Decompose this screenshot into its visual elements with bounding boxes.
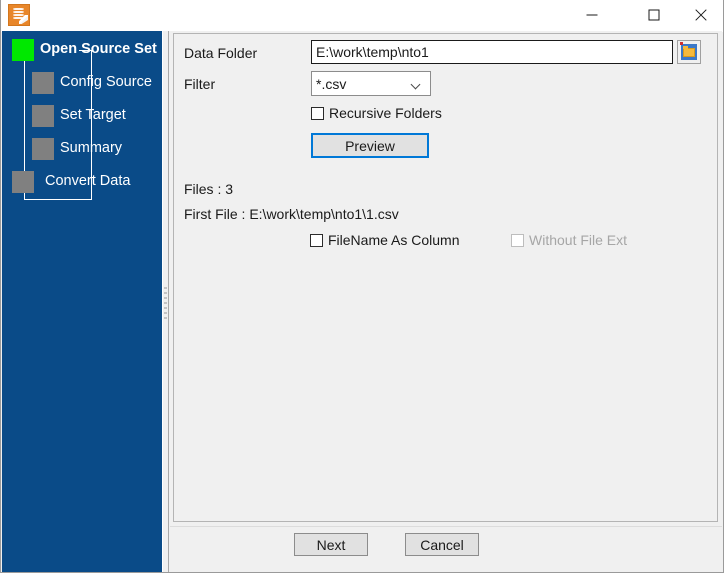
filter-label: Filter bbox=[184, 76, 216, 92]
first-file-text: First File : E:\work\temp\nto1\1.csv bbox=[184, 206, 399, 222]
step-marker bbox=[12, 171, 34, 193]
source-settings-panel: Data Folder Filter *.csv Recursive Folde… bbox=[173, 33, 718, 522]
recursive-folders-checkbox[interactable] bbox=[311, 106, 324, 120]
filter-select[interactable]: *.csv bbox=[311, 71, 431, 96]
step-marker bbox=[12, 39, 34, 61]
filename-as-column-label: FileName As Column bbox=[328, 232, 460, 248]
maximize-button[interactable] bbox=[631, 0, 677, 30]
sidebar-item-label: Set Target bbox=[60, 107, 126, 123]
folder-badge-icon bbox=[680, 42, 683, 45]
without-file-ext-checkbox-row: Without File Ext bbox=[511, 232, 627, 248]
step-marker bbox=[32, 105, 54, 127]
sidebar-item-label: Open Source Set bbox=[40, 41, 157, 57]
data-folder-label: Data Folder bbox=[184, 45, 258, 61]
close-button[interactable] bbox=[677, 0, 723, 30]
folder-open-icon bbox=[681, 44, 697, 60]
filename-as-column-checkbox-row[interactable]: FileName As Column bbox=[310, 232, 460, 248]
browse-folder-button[interactable] bbox=[677, 40, 701, 64]
sidebar-item-label: Summary bbox=[60, 140, 123, 156]
close-icon bbox=[694, 9, 707, 22]
filename-as-column-checkbox[interactable] bbox=[310, 233, 323, 247]
recursive-folders-checkbox-row[interactable]: Recursive Folders bbox=[311, 105, 442, 121]
sidebar-item-label: Config Source bbox=[60, 74, 152, 90]
main-content: Data Folder Filter *.csv Recursive Folde… bbox=[170, 31, 722, 572]
data-folder-input[interactable] bbox=[311, 40, 673, 64]
sidebar-item-label: Convert Data bbox=[45, 173, 131, 189]
recursive-folders-label: Recursive Folders bbox=[329, 105, 442, 121]
preview-button[interactable]: Preview bbox=[311, 133, 429, 158]
footer-separator bbox=[170, 526, 722, 527]
database-edit-icon bbox=[8, 4, 30, 26]
minimize-icon bbox=[586, 14, 598, 16]
step-connector-last bbox=[24, 199, 92, 200]
step-marker bbox=[32, 72, 54, 94]
application-window: Open Source Set Config Source Set Target… bbox=[0, 0, 724, 573]
cancel-button[interactable]: Cancel bbox=[405, 533, 479, 556]
without-file-ext-checkbox bbox=[511, 233, 524, 247]
minimize-button[interactable] bbox=[569, 0, 615, 30]
step-marker bbox=[32, 138, 54, 160]
without-file-ext-label: Without File Ext bbox=[529, 232, 628, 248]
panel-divider bbox=[168, 31, 169, 572]
maximize-icon bbox=[648, 9, 660, 21]
wizard-sidebar: Open Source Set Config Source Set Target… bbox=[2, 31, 162, 572]
next-button[interactable]: Next bbox=[294, 533, 368, 556]
title-bar bbox=[1, 0, 723, 32]
files-count-text: Files : 3 bbox=[184, 181, 234, 197]
